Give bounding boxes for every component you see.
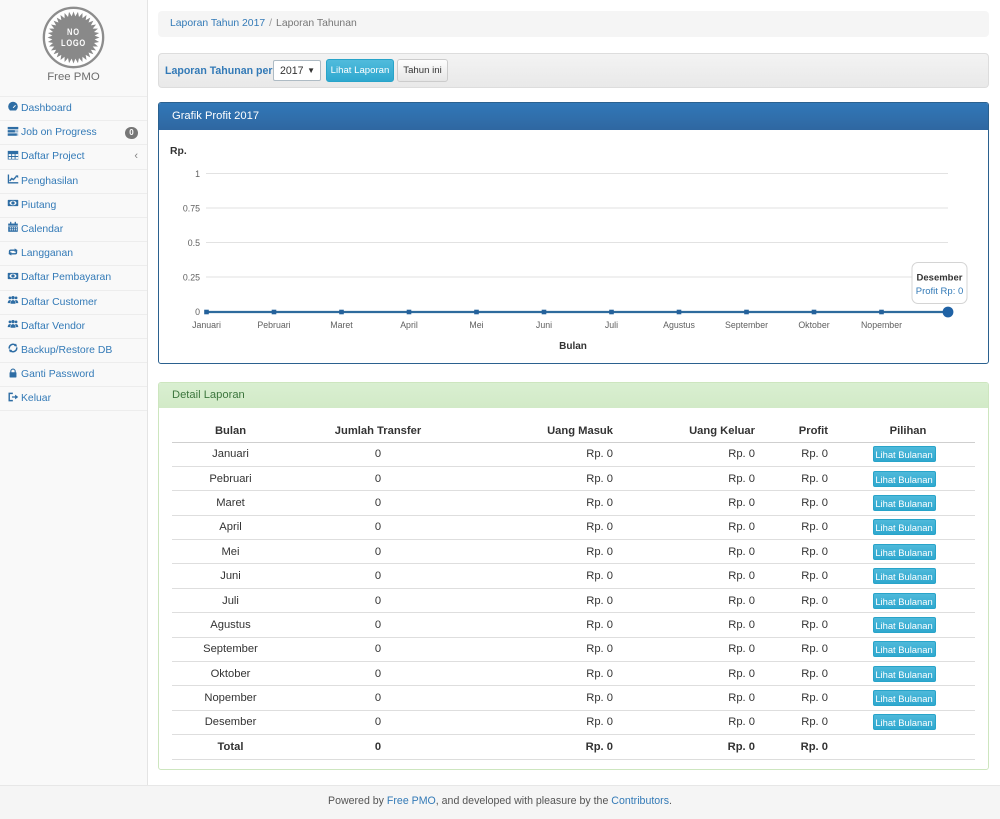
svg-text:Bulan: Bulan — [559, 341, 587, 352]
svg-text:Juli: Juli — [605, 320, 618, 330]
svg-text:LOGO: LOGO — [61, 38, 86, 48]
svg-text:Desember: Desember — [917, 273, 963, 284]
svg-text:April: April — [400, 320, 418, 330]
svg-text:Januari: Januari — [192, 320, 221, 330]
svg-text:Profit Rp: 0: Profit Rp: 0 — [916, 286, 964, 297]
svg-text:Pebruari: Pebruari — [257, 320, 290, 330]
svg-text:September: September — [725, 320, 768, 330]
svg-text:Maret: Maret — [330, 320, 353, 330]
svg-text:Juni: Juni — [536, 320, 552, 330]
svg-text:Agustus: Agustus — [663, 320, 695, 330]
svg-text:0.25: 0.25 — [183, 273, 200, 283]
svg-text:0.75: 0.75 — [183, 204, 200, 214]
svg-text:Nopember: Nopember — [861, 320, 902, 330]
svg-text:1: 1 — [195, 169, 200, 179]
svg-text:0.5: 0.5 — [188, 238, 200, 248]
svg-text:Rp.: Rp. — [170, 146, 187, 157]
svg-text:NO: NO — [67, 27, 80, 37]
svg-text:0: 0 — [195, 307, 200, 317]
svg-text:Oktober: Oktober — [798, 320, 829, 330]
svg-text:Mei: Mei — [469, 320, 483, 330]
